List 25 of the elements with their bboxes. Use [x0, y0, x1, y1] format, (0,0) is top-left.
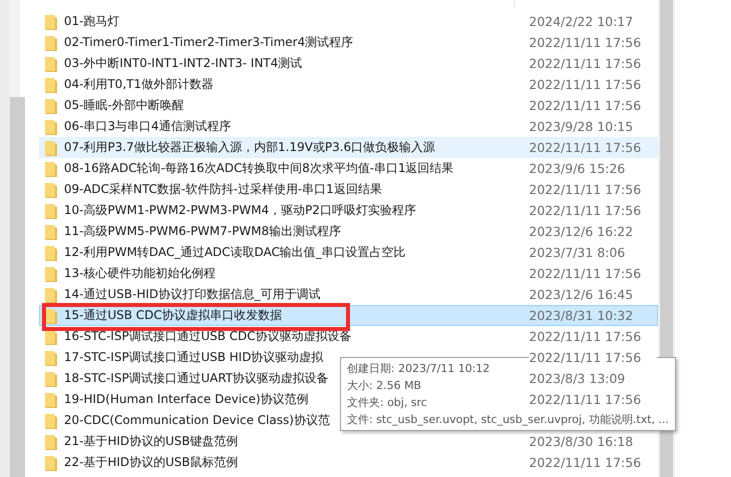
folder-name: 15-通过USB CDC协议虚拟串口收发数据 — [64, 307, 282, 324]
folder-name: 09-ADC采样NTC数据-软件防抖-过采样使用-串口1返回结果 — [64, 181, 382, 198]
folder-name: 05-睡眠-外部中断唤醒 — [64, 97, 184, 114]
folder-name: 22-基于HID协议的USB鼠标范例 — [64, 454, 238, 471]
folder-name: 14-通过USB-HID协议打印数据信息_可用于调试 — [64, 286, 320, 303]
folder-name: 06-串口3与串口4通信测试程序 — [64, 118, 231, 135]
tooltip-text: 文件: stc_usb_ser.uvopt, stc_usb_ser.uvproj, 功能说明.txt, ... — [347, 412, 669, 428]
modified-date: 2022/11/11 17:56 — [529, 350, 657, 365]
folder-name: 17-STC-ISP调试接口通过USB HID协议驱动虚拟 — [64, 349, 324, 366]
folder-name: 04-利用T0,T1做外部计数器 — [64, 76, 214, 93]
folder-name: 01-跑马灯 — [64, 13, 120, 30]
folder-name: 10-高级PWM1-PWM2-PWM3-PWM4，驱动P2口呼吸灯实验程序 — [64, 202, 416, 219]
folder-name: 19-HID(Human Interface Device)协议范例 — [64, 391, 308, 408]
folder-name: 03-外中断INT0-INT1-INT2-INT3- INT4测试 — [64, 55, 302, 72]
folder-name: 18-STC-ISP调试接口通过UART协议驱动虚拟设备 — [64, 370, 329, 387]
folder-name: 21-基于HID协议的USB键盘范例 — [64, 433, 238, 450]
folder-name: 08-16路ADC轮询-每路16次ADC转换取中间8次求平均值-串口1返回结果 — [64, 160, 454, 177]
folder-name: 11-高级PWM5-PWM6-PWM7-PWM8输出测试程序 — [64, 223, 341, 240]
tooltip-text: 文件夹: obj, src — [347, 395, 428, 411]
folder-name: 13-核心硬件功能初始化例程 — [64, 265, 216, 282]
tooltip-text: 创建日期: 2023/7/11 10:12 — [347, 361, 490, 377]
folder-name: 02-Timer0-Timer1-Timer2-Timer3-Timer4测试程序 — [64, 34, 354, 51]
folder-name: 12-利用PWM转DAC_通过ADC读取DAC输出值_串口设置占空比 — [64, 244, 406, 261]
folder-name: 20-CDC(Communication Device Class)协议范 — [64, 412, 330, 429]
folder-name: 07-利用P3.7做比较器正极输入源，内部1.19V或P3.6口做负极输入源 — [64, 139, 436, 156]
